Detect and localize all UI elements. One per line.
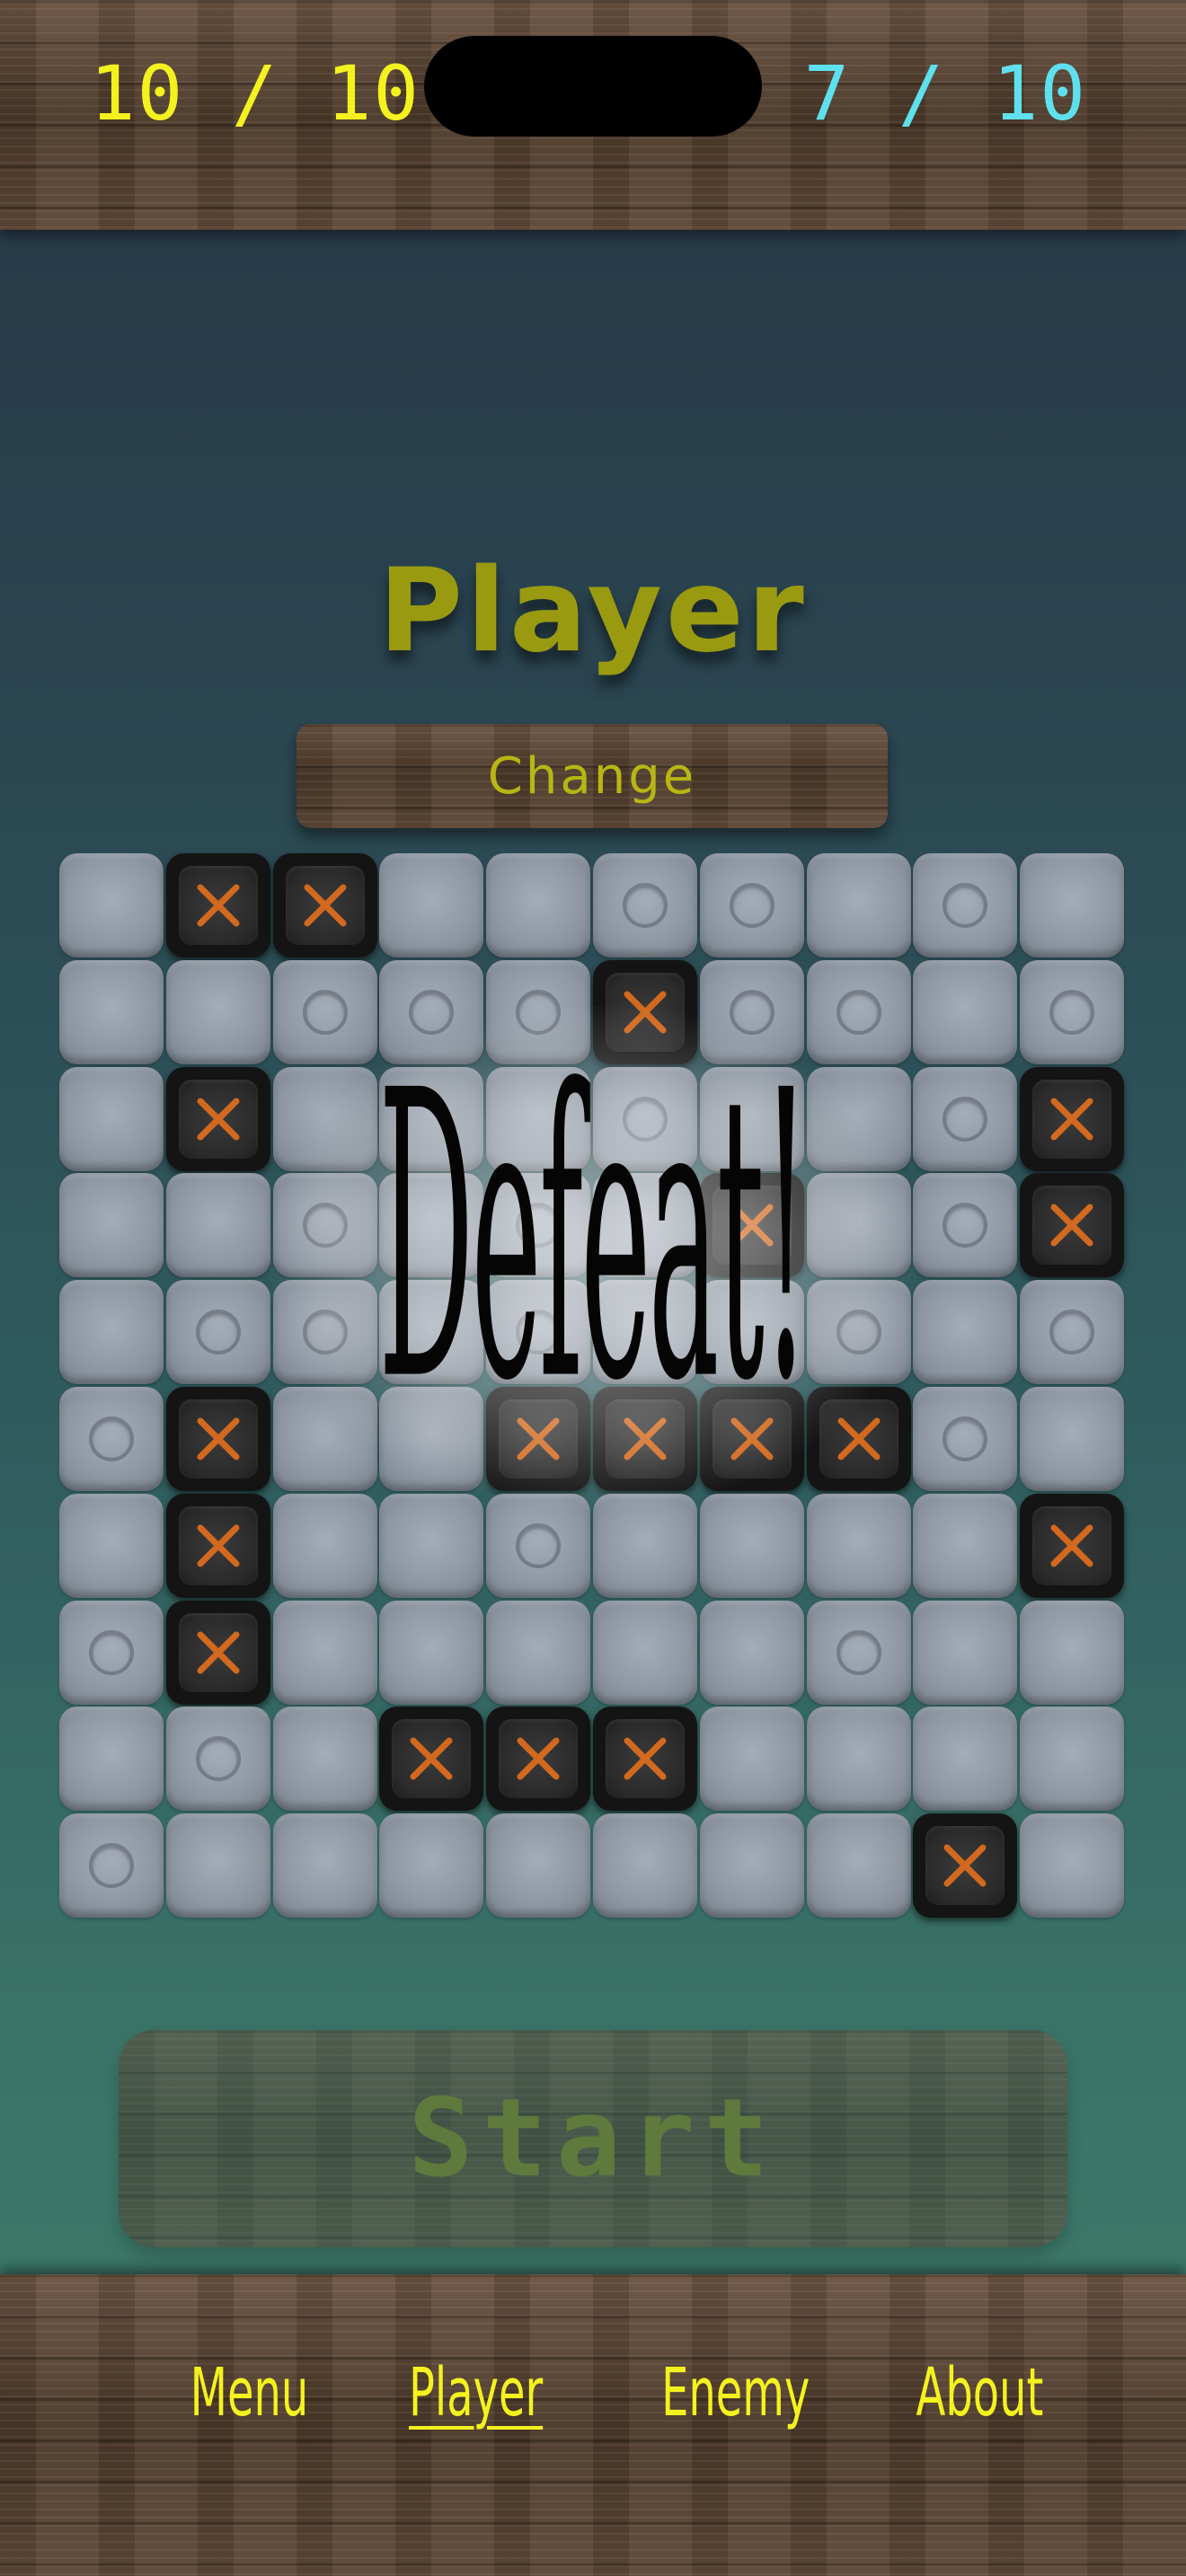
board-cell-hit[interactable] [913, 1813, 1018, 1919]
enemy-score: 7 / 10 [803, 49, 1087, 137]
board-cell-empty[interactable] [59, 1280, 164, 1385]
top-bar: 10 / 10 7 / 10 [0, 0, 1186, 230]
board-cell-empty[interactable] [59, 1493, 164, 1598]
nav-item-enemy[interactable]: Enemy [661, 2353, 810, 2433]
board-cell-empty[interactable] [1020, 1813, 1125, 1919]
board-cell-empty[interactable] [59, 959, 164, 1064]
board-cell-empty[interactable] [59, 1066, 164, 1171]
board-cell-empty[interactable] [699, 1813, 804, 1919]
board-cell-empty[interactable] [1020, 853, 1125, 957]
board-cell-empty[interactable] [379, 1813, 484, 1919]
board-cell-empty[interactable] [165, 1813, 270, 1919]
board-cell-empty[interactable] [59, 853, 164, 957]
board-cell-empty[interactable] [1020, 1707, 1125, 1812]
board-cell-miss[interactable] [59, 1387, 164, 1491]
board-cell-empty[interactable] [806, 1813, 911, 1919]
board-cell-miss[interactable] [1020, 1280, 1125, 1385]
board-cell-hit[interactable] [1020, 1173, 1125, 1278]
hit-x-icon [1050, 1098, 1093, 1141]
player-score: 10 / 10 [90, 49, 421, 137]
board-cell-empty[interactable] [1020, 1600, 1125, 1705]
board-cell-miss[interactable] [59, 1600, 164, 1705]
camera-notch [424, 36, 762, 137]
board-cell-empty[interactable] [593, 1813, 697, 1919]
nav-item-menu[interactable]: Menu [190, 2353, 309, 2433]
page-title: Player [378, 544, 808, 678]
result-text: Defeat! [378, 1008, 810, 1469]
hit-x-icon [943, 1844, 987, 1887]
hit-x-icon [1050, 1204, 1093, 1247]
board-cell-hit[interactable] [1020, 1493, 1125, 1598]
nav-item-player[interactable]: Player [409, 2353, 543, 2433]
board-cell-empty[interactable] [59, 1707, 164, 1812]
board-cell-miss[interactable] [59, 1813, 164, 1919]
board-cell-miss[interactable] [1020, 959, 1125, 1064]
board-cell-empty[interactable] [1020, 1387, 1125, 1491]
nav-item-about[interactable]: About [916, 2353, 1044, 2433]
hit-x-icon [1050, 1524, 1093, 1567]
board-cell-hit[interactable] [1020, 1066, 1125, 1171]
start-button[interactable]: Start [119, 2030, 1067, 2247]
board-cell-empty[interactable] [59, 1173, 164, 1278]
board-cell-empty[interactable] [272, 1813, 377, 1919]
board-cell-empty[interactable] [486, 1813, 591, 1919]
